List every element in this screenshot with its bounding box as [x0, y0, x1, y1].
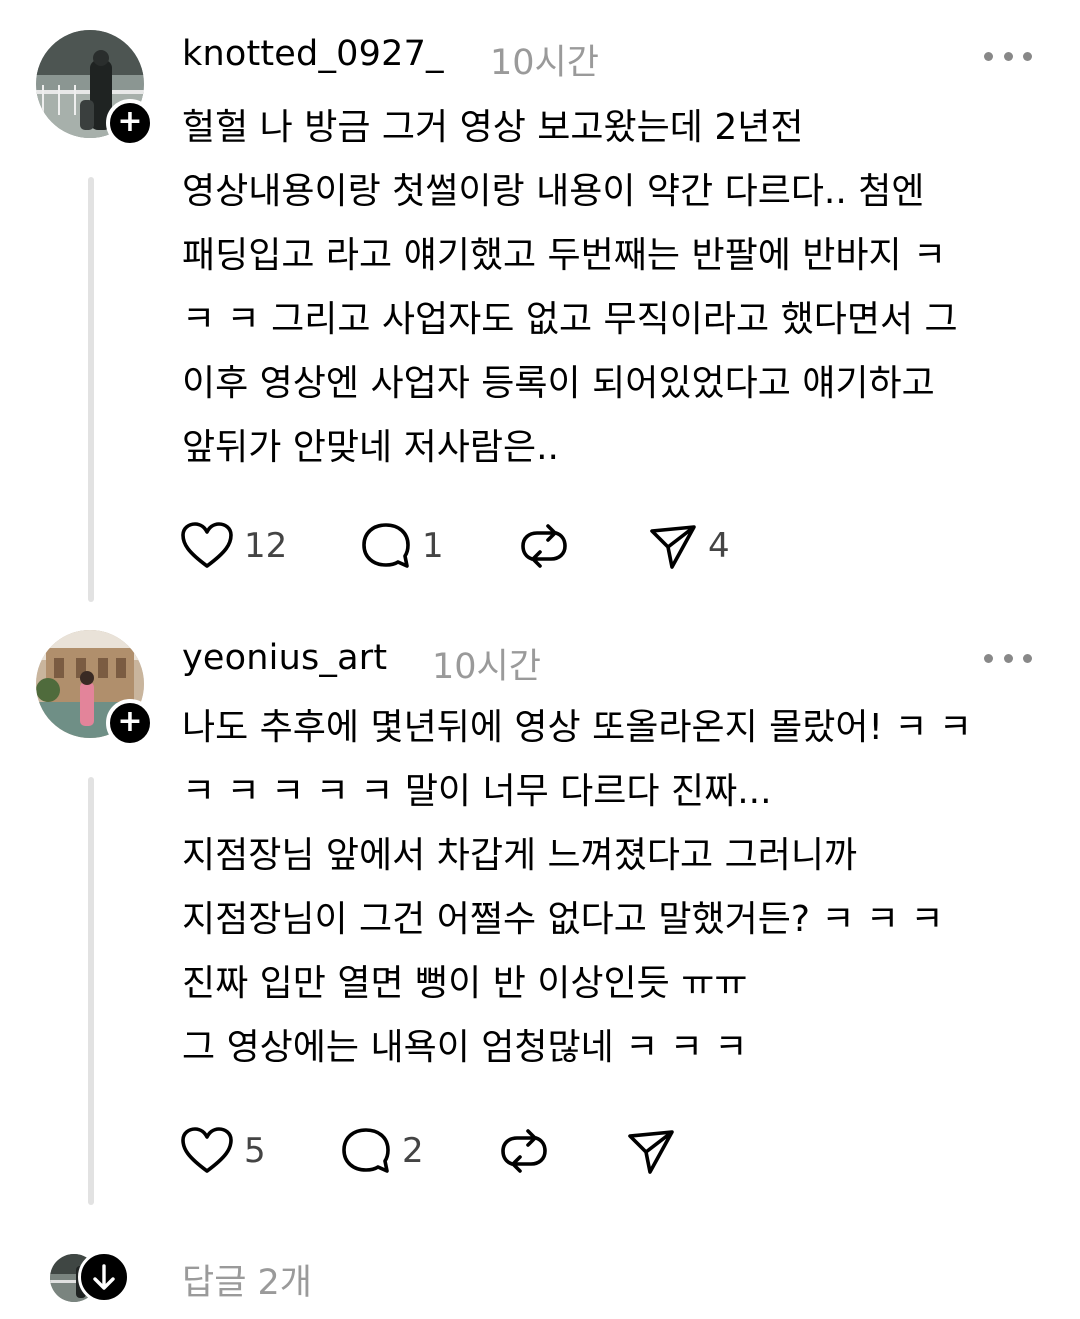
comment-bubble-icon — [340, 1126, 392, 1176]
like-count: 5 — [244, 1131, 266, 1171]
reply-count: 1 — [422, 526, 444, 566]
share-button[interactable] — [626, 1125, 676, 1177]
comment-bubble-icon — [360, 521, 412, 571]
view-replies-row[interactable]: 답글 2개 — [0, 1248, 1080, 1308]
share-count: 4 — [708, 526, 730, 566]
follow-plus-icon[interactable]: + — [106, 99, 154, 147]
like-button[interactable]: 12 — [180, 520, 287, 572]
comment-item: + knotted_0927_ 10시간 헐헐 나 방금 그거 영상 보고왔는데… — [0, 0, 1080, 620]
avatar-container[interactable]: + — [36, 30, 154, 147]
repost-button[interactable] — [498, 1125, 550, 1177]
timestamp: 10시간 — [432, 647, 541, 687]
like-button[interactable]: 5 — [180, 1125, 266, 1177]
share-button[interactable]: 4 — [648, 520, 730, 572]
view-replies-link[interactable]: 답글 2개 — [182, 1254, 312, 1305]
heart-icon — [180, 1126, 234, 1176]
comment-button[interactable]: 1 — [360, 520, 444, 572]
send-icon — [626, 1126, 676, 1176]
repost-button[interactable] — [518, 520, 570, 572]
comment-item: + yeonius_art 10시간 나도 추후에 몇년뒤에 영상 또올라온지 … — [0, 620, 1080, 1220]
arrow-down-icon[interactable] — [78, 1251, 130, 1303]
more-dots-icon[interactable] — [984, 652, 1032, 664]
repost-icon — [518, 521, 570, 571]
repost-icon — [498, 1126, 550, 1176]
username[interactable]: yeonius_art — [182, 638, 387, 678]
timestamp: 10시간 — [490, 43, 599, 83]
reply-count: 2 — [402, 1131, 424, 1171]
send-icon — [648, 521, 698, 571]
username[interactable]: knotted_0927_ — [182, 34, 444, 74]
follow-plus-icon[interactable]: + — [106, 699, 154, 747]
like-count: 12 — [244, 526, 288, 566]
comment-text: 헐헐 나 방금 그거 영상 보고왔는데 2년전 영상내용이랑 첫썰이랑 내용이 … — [182, 107, 958, 468]
comment-text: 나도 추후에 몇년뒤에 영상 또올라온지 몰랐어! ㅋ ㅋ ㅋ ㅋ ㅋ ㅋ ㅋ … — [182, 707, 973, 1068]
thread-line — [88, 777, 94, 1205]
comment-button[interactable]: 2 — [340, 1125, 424, 1177]
avatar-container[interactable]: + — [36, 630, 154, 747]
heart-icon — [180, 521, 234, 571]
thread-line — [88, 177, 94, 602]
more-dots-icon[interactable] — [984, 50, 1032, 62]
